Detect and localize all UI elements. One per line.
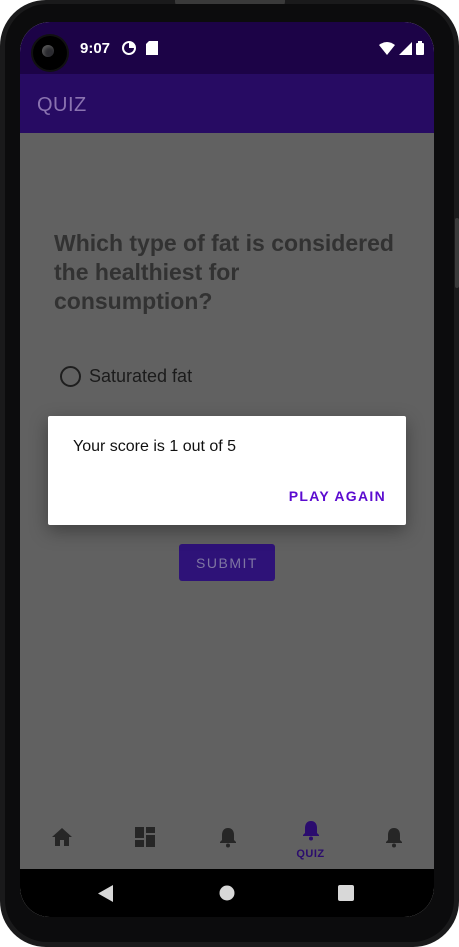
nav-item-notifications[interactable]	[186, 810, 269, 869]
screen: 9:07 QUIZ Which type of fat is considere…	[20, 22, 434, 917]
status-bar: 9:07	[20, 22, 434, 74]
score-message: Your score is 1 out of 5	[73, 438, 237, 455]
nav-item-dashboard[interactable]	[103, 810, 186, 869]
play-again-button[interactable]: PLAY AGAIN	[289, 488, 386, 504]
sd-card-icon	[146, 41, 158, 58]
phone-frame: 9:07 QUIZ Which type of fat is considere…	[0, 0, 459, 947]
app-title: QUIZ	[37, 94, 87, 116]
data-saver-icon	[122, 41, 136, 58]
recents-icon[interactable]	[338, 885, 354, 906]
answer-option[interactable]: Saturated fat	[60, 366, 192, 387]
nav-item-quiz[interactable]: QUIZ	[269, 810, 352, 869]
side-button	[455, 218, 459, 288]
camera-cutout	[33, 36, 67, 70]
status-time: 9:07	[80, 40, 111, 57]
wifi-icon	[379, 41, 395, 58]
submit-button[interactable]: SUBMIT	[179, 544, 275, 581]
app-bar: QUIZ	[20, 74, 434, 133]
status-icons	[379, 41, 424, 58]
bell-icon	[385, 827, 403, 853]
nav-item-alerts[interactable]	[352, 810, 434, 869]
nav-item-home[interactable]	[20, 810, 103, 869]
dashboard-icon	[134, 827, 155, 852]
back-icon[interactable]	[98, 885, 114, 907]
radio-button[interactable]	[60, 366, 81, 387]
system-navigation-bar	[20, 869, 434, 917]
battery-icon	[416, 41, 424, 58]
score-dialog: Your score is 1 out of 5 PLAY AGAIN	[48, 416, 406, 525]
bottom-navigation: QUIZ	[20, 810, 434, 869]
bell-icon	[219, 827, 237, 853]
nav-label-quiz: QUIZ	[296, 847, 325, 860]
bell-icon	[302, 820, 320, 846]
question-text: Which type of fat is considered the heal…	[54, 230, 394, 314]
option-label: Saturated fat	[89, 366, 193, 386]
signal-icon	[399, 41, 412, 58]
home-button-icon[interactable]	[219, 885, 235, 906]
home-icon	[51, 827, 73, 852]
